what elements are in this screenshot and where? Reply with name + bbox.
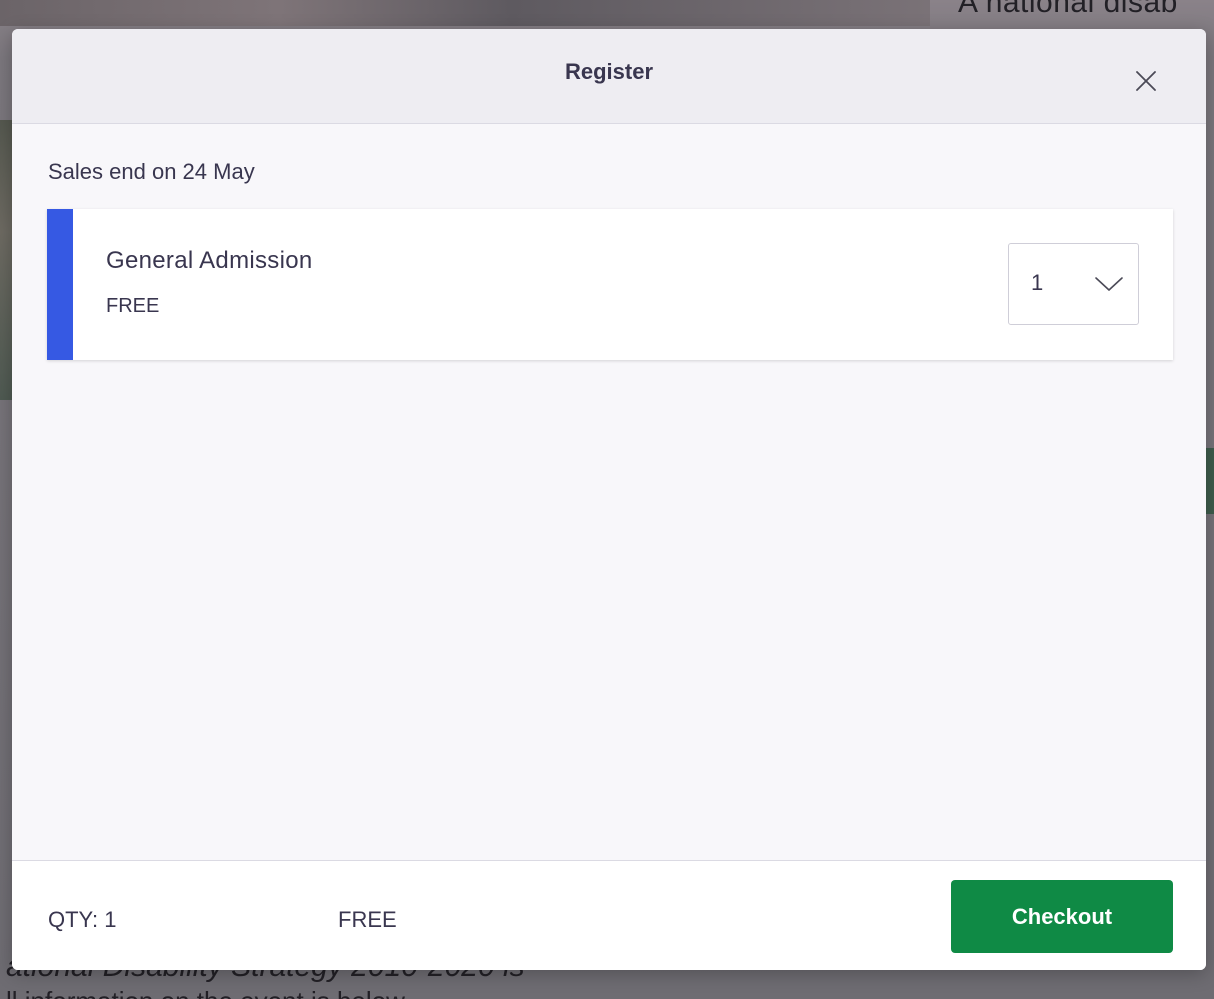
close-button[interactable] xyxy=(1132,67,1160,95)
quantity-value: 1 xyxy=(1031,270,1044,295)
checkout-button[interactable]: Checkout xyxy=(951,880,1173,953)
ticket-accent-bar xyxy=(47,209,73,360)
ticket-price: FREE xyxy=(106,295,160,317)
sales-end-text: Sales end on 24 May xyxy=(48,159,255,184)
modal-footer: QTY: 1 FREE Checkout xyxy=(12,860,1206,970)
quantity-select[interactable]: 1 xyxy=(1008,243,1139,325)
background-paragraph-2: ll information on the event is below xyxy=(6,986,405,999)
modal-title: Register xyxy=(564,59,654,84)
background-heading: A national disab xyxy=(958,0,1178,19)
chevron-down-icon xyxy=(1095,276,1123,292)
ticket-name: General Admission xyxy=(106,247,313,274)
order-total: FREE xyxy=(338,907,397,932)
modal-header: Register xyxy=(12,29,1206,124)
register-modal: Register Sales end on 24 May General Adm… xyxy=(12,29,1206,970)
background-image-strip xyxy=(0,120,12,400)
ticket-card: General Admission FREE 1 xyxy=(47,209,1173,360)
background-hero-image xyxy=(0,0,930,26)
close-icon xyxy=(1132,67,1160,95)
order-quantity: QTY: 1 xyxy=(48,907,117,932)
